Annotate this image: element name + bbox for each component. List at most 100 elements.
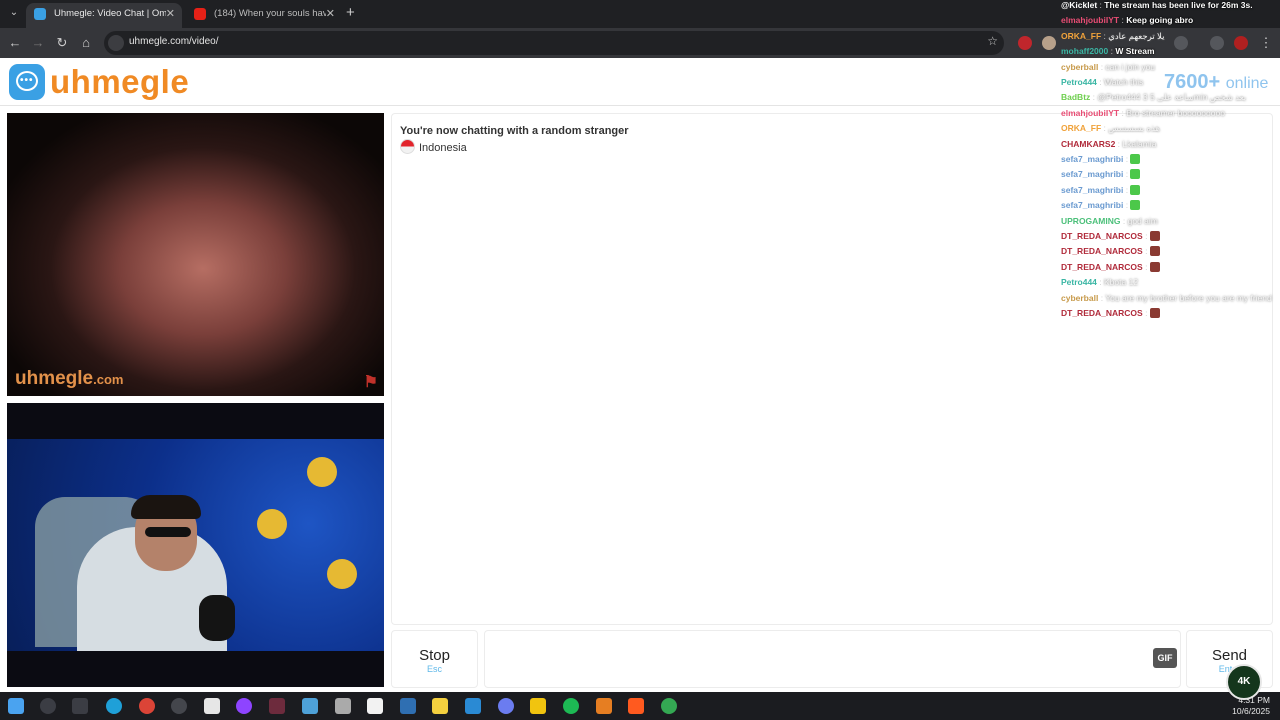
chat-username: sefa7_maghribi [1061, 184, 1124, 195]
file-explorer-icon[interactable] [432, 698, 448, 714]
chat-username: ORKA_FF [1061, 123, 1102, 134]
chat-separator: : [1123, 169, 1131, 180]
stream-chat-message: CHAMKARS2 : Lkalamia [1061, 137, 1280, 151]
chat-separator: : [1142, 246, 1150, 257]
app-icon[interactable] [302, 698, 318, 714]
emote-icon [1149, 246, 1160, 257]
app-icon[interactable] [465, 698, 481, 714]
chat-username: Petro444 [1061, 77, 1097, 87]
stop-button[interactable]: Stop Esc [391, 630, 478, 688]
app-icon[interactable] [335, 698, 351, 714]
country-name: Indonesia [419, 142, 467, 154]
microphone [199, 595, 235, 641]
close-tab-icon[interactable]: ✕ [166, 3, 175, 25]
search-icon[interactable] [40, 698, 56, 714]
chrome-icon[interactable] [661, 698, 677, 714]
streamer-hair [131, 495, 201, 519]
stop-label: Stop [419, 647, 450, 664]
edge-icon[interactable] [106, 698, 122, 714]
steam-icon[interactable] [400, 698, 416, 714]
sun-decoration [307, 457, 337, 487]
emote-icon [1149, 261, 1160, 272]
chat-text: can i join you [1105, 61, 1156, 72]
site-logo[interactable]: uhmegle [50, 63, 189, 101]
app-icon[interactable] [596, 698, 612, 714]
chat-separator: : [1142, 308, 1150, 318]
close-tab-icon[interactable]: ✕ [326, 3, 335, 25]
notepad-icon[interactable] [367, 698, 383, 714]
tab-uhmegle[interactable]: Uhmegle: Video Chat | Ome ✕ [26, 3, 182, 28]
app-icon[interactable] [236, 698, 252, 714]
chat-username: ORKA_FF [1061, 30, 1102, 41]
indonesia-flag-icon [400, 139, 415, 154]
spotify-icon[interactable] [563, 698, 579, 714]
webcam-scene [7, 439, 384, 651]
tab-search-icon[interactable]: ⌄ [6, 5, 22, 21]
stream-chat-message: mohaff2000 : W Stream [1061, 44, 1280, 58]
stop-shortcut: Esc [426, 664, 442, 674]
extension-icon[interactable] [1042, 36, 1056, 50]
chat-username: sefa7_maghribi [1061, 200, 1124, 211]
chat-username: DT_REDA_NARCOS [1061, 261, 1143, 272]
reload-icon[interactable]: ↻ [52, 33, 72, 53]
chat-text: god aim [1127, 215, 1158, 226]
discord-icon[interactable] [498, 698, 514, 714]
gif-button[interactable]: GIF [1153, 648, 1177, 668]
chat-username: CHAMKARS2 [1061, 138, 1116, 149]
task-view-icon[interactable] [72, 698, 88, 714]
stream-chat-message: DT_REDA_NARCOS : [1061, 306, 1280, 320]
chrome-icon[interactable] [139, 698, 155, 714]
new-tab-icon[interactable]: + [346, 4, 355, 21]
chat-username: DT_REDA_NARCOS [1061, 246, 1143, 257]
stream-chat-message: elmahjoubiIYT : Bro streamer booooooooo [1061, 106, 1280, 120]
chat-separator: : [1120, 215, 1128, 226]
forward-arrow-icon[interactable]: → [28, 33, 48, 53]
video-watermark: uhmegle.com [15, 368, 124, 389]
chat-text: هذه بسسسس [1108, 123, 1160, 134]
chat-text: Keep going abro [1126, 15, 1194, 26]
channel-logo-stamp: 4K [1226, 664, 1262, 700]
chat-status-message: You're now chatting with a random strang… [400, 125, 629, 137]
chat-text: Bro streamer booooooooo [1126, 107, 1225, 118]
emote-icon [1149, 308, 1160, 318]
stream-chat-message: Petro444 : Watch this [1061, 75, 1280, 89]
chat-username: DT_REDA_NARCOS [1061, 231, 1143, 241]
report-flag-icon[interactable]: ⚑ [364, 372, 378, 392]
stream-chat-message: BadBtz : @Petro444 3 ساعة على 5min بعد ش… [1061, 90, 1280, 104]
stream-chat-message: Petro444 : Kbota 12 [1061, 275, 1280, 289]
tab-youtube[interactable]: (184) When your souls have me ✕ [186, 3, 342, 28]
self-video [7, 403, 384, 687]
stream-chat-message: elmahjoubiIYT : Keep going abro [1061, 13, 1280, 27]
brave-icon[interactable] [628, 698, 644, 714]
stream-chat-message: cyberball : can i join you [1061, 60, 1280, 74]
site-info-icon[interactable] [108, 35, 124, 51]
stream-chat-message: ORKA_FF : يلا ترجعهم عادي [1061, 29, 1280, 43]
game-icon[interactable] [204, 698, 220, 714]
chat-text: Lkalamia [1122, 138, 1157, 149]
emote-icon [1130, 184, 1141, 195]
chat-text: @Petro444 3 ساعة على 5min بعد شخص [1097, 92, 1247, 103]
clock-date: 10/6/2025 [1232, 706, 1270, 716]
stream-chat-message: sefa7_maghribi : [1061, 198, 1280, 212]
chat-bubble-logo-icon[interactable]: ••• [9, 64, 45, 100]
extension-icon[interactable] [1018, 36, 1032, 50]
capcut-icon[interactable] [269, 698, 285, 714]
youtube-favicon-icon [194, 8, 206, 20]
message-input[interactable] [484, 630, 1181, 688]
stranger-country: Indonesia [400, 139, 467, 154]
sun-decoration [327, 559, 357, 589]
stream-chat-message: DT_REDA_NARCOS : [1061, 260, 1280, 274]
folder-icon[interactable] [530, 698, 546, 714]
back-arrow-icon[interactable]: ← [5, 33, 25, 53]
chat-separator: : [1123, 200, 1131, 211]
stream-chat-message: DT_REDA_NARCOS : [1061, 229, 1280, 243]
home-icon[interactable]: ⌂ [76, 33, 96, 53]
stream-chat-message: @Kicklet : The stream has been live for … [1061, 0, 1280, 12]
chat-text: Kbota 12 [1104, 277, 1139, 288]
bookmark-star-icon[interactable]: ☆ [987, 34, 998, 48]
tab-title: Uhmegle: Video Chat | Ome [54, 8, 166, 19]
start-icon[interactable] [8, 698, 24, 714]
address-bar[interactable]: uhmegle.com/video/ ☆ [104, 31, 1004, 55]
tab-title: (184) When your souls have me [214, 8, 326, 19]
steam-overlay-icon[interactable] [171, 698, 187, 714]
